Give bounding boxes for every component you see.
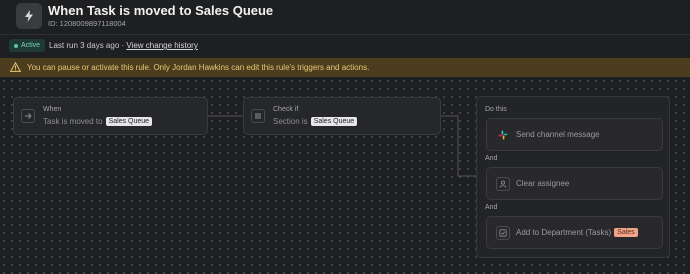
last-run-text: Last run 3 days ago ·	[49, 41, 127, 50]
condition-node[interactable]: Check if Section is Sales Queue	[243, 97, 441, 135]
action-text-row: Add to Department (Tasks) Sales	[516, 228, 638, 237]
list-icon	[251, 109, 265, 123]
status-badge-label: Active	[21, 42, 41, 49]
condition-text: Section is Sales Queue	[273, 117, 358, 126]
slack-icon	[496, 128, 510, 142]
change-history-link[interactable]: View change history	[126, 41, 197, 50]
permission-banner: You can pause or activate this rule. Onl…	[0, 58, 690, 77]
status-badge[interactable]: Active	[9, 39, 46, 52]
rule-header: When Task is moved to Sales Queue ID: 12…	[0, 0, 690, 35]
and-label: And	[485, 155, 498, 162]
checkbox-icon	[496, 226, 510, 240]
trigger-node[interactable]: When Task is moved to Sales Queue	[13, 97, 208, 135]
last-run-info: Last run 3 days ago · View change histor…	[49, 41, 198, 50]
action-clear-assignee[interactable]: Clear assignee	[486, 167, 663, 200]
person-icon	[496, 177, 510, 191]
action-text: Clear assignee	[516, 179, 570, 188]
action-text: Send channel message	[516, 130, 600, 139]
section-chip: Sales Queue	[310, 117, 358, 126]
trigger-description: Task is moved to	[43, 117, 103, 126]
condition-label: Check if	[273, 106, 299, 113]
lightning-bolt-icon	[16, 3, 42, 29]
trigger-label: When	[43, 106, 62, 113]
do-this-label: Do this	[485, 106, 507, 113]
workflow-canvas[interactable]: When Task is moved to Sales Queue Check …	[0, 77, 690, 274]
status-row: Active Last run 3 days ago · View change…	[0, 35, 690, 57]
warning-icon	[9, 61, 22, 74]
and-label: And	[485, 204, 498, 211]
trigger-text: Task is moved to Sales Queue	[43, 117, 153, 126]
rule-id: ID: 1208009897118004	[48, 19, 126, 28]
status-dot	[14, 43, 18, 48]
action-text: Add to Department (Tasks)	[516, 228, 612, 237]
actions-panel: Do this Send channel message And Clear a…	[476, 96, 670, 258]
sales-chip: Sales	[614, 228, 638, 237]
banner-text: You can pause or activate this rule. Onl…	[27, 63, 370, 72]
arrow-right-icon	[21, 109, 35, 123]
action-add-to-department[interactable]: Add to Department (Tasks) Sales	[486, 216, 663, 249]
section-chip: Sales Queue	[105, 117, 153, 126]
action-send-channel-message[interactable]: Send channel message	[486, 118, 663, 151]
rule-title: When Task is moved to Sales Queue	[48, 3, 274, 18]
condition-description: Section is	[273, 117, 308, 126]
